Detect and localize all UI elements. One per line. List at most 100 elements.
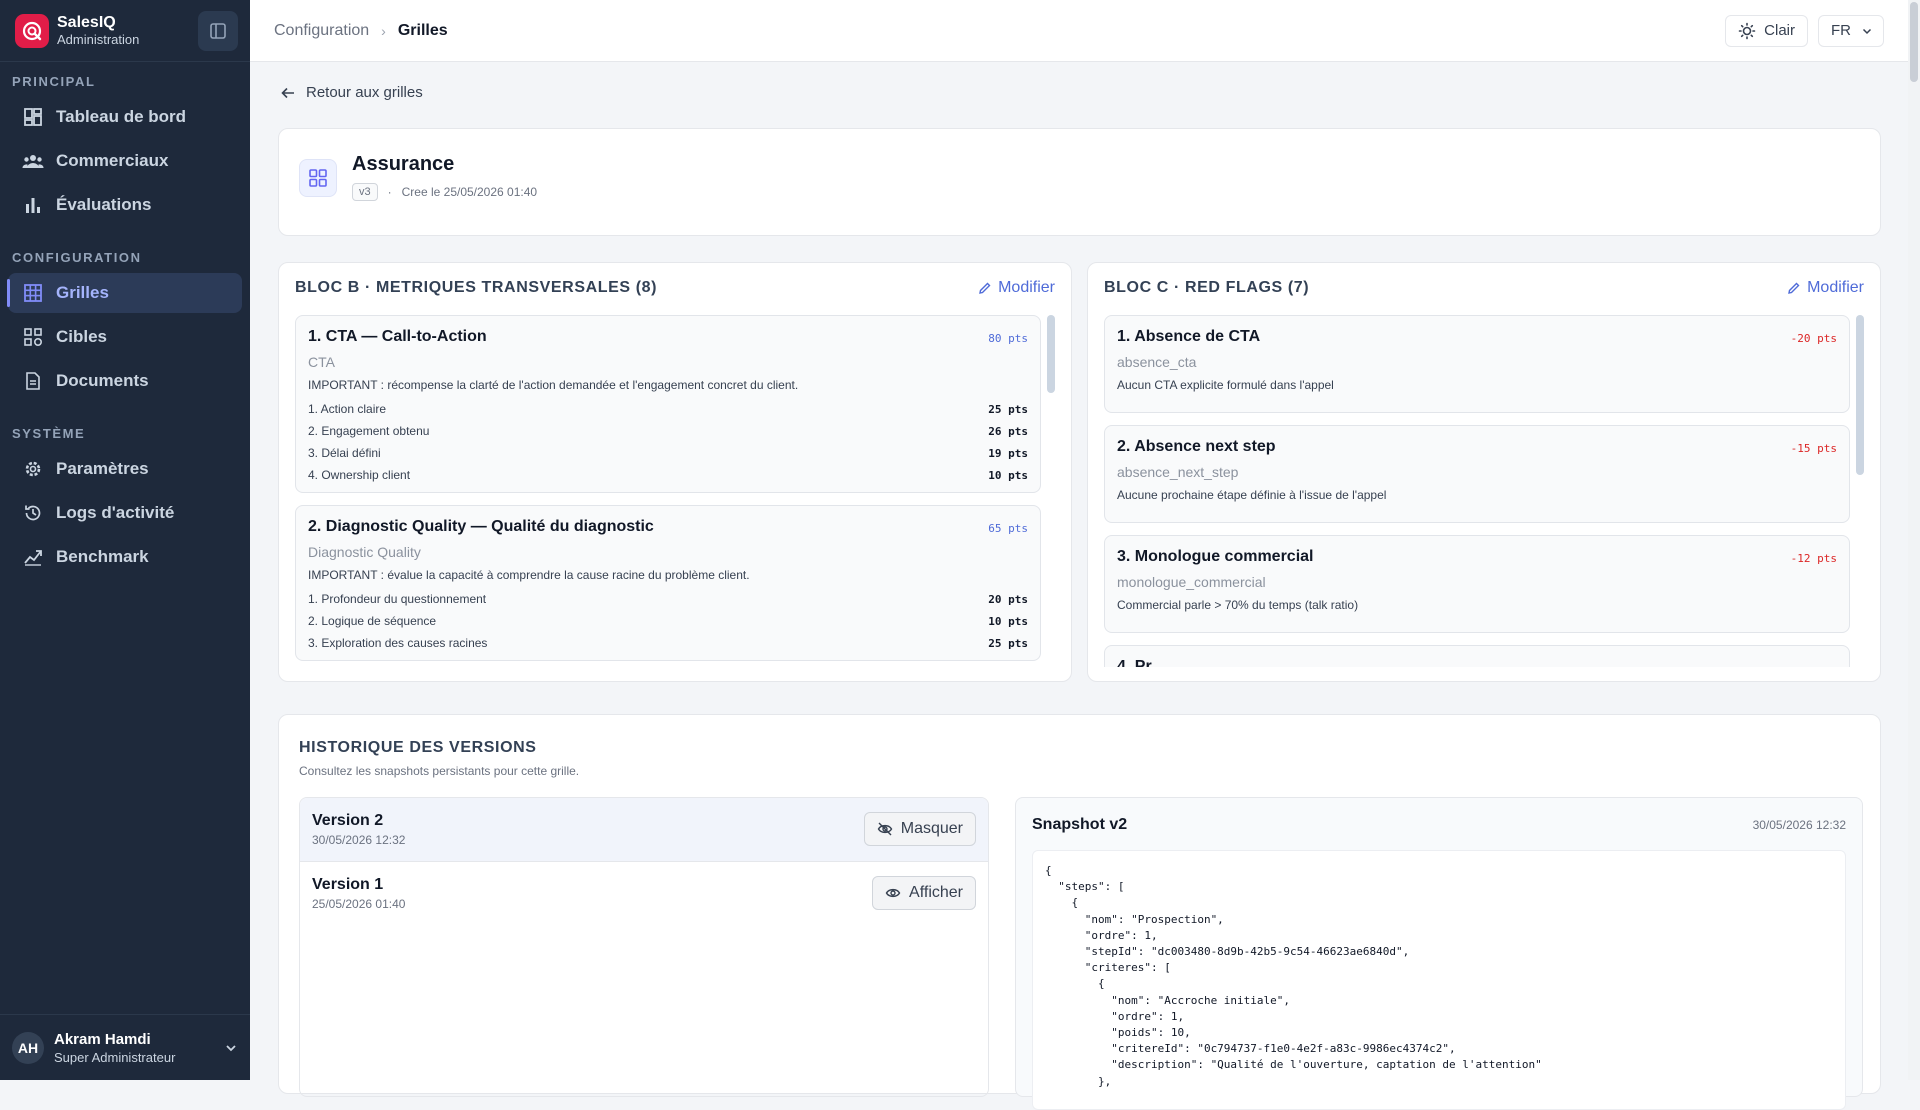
main-content: Retour aux grilles Assurance v3 · Cree l… xyxy=(250,62,1908,1110)
document-icon xyxy=(22,370,44,392)
history-icon xyxy=(22,502,44,524)
red-flag-card[interactable]: 1. Absence de CTA -20 pts absence_cta Au… xyxy=(1104,315,1850,413)
bloc-c-panel: BLOC C · RED FLAGS (7) Modifier 1. Absen… xyxy=(1087,262,1881,682)
metric-title: 2. Diagnostic Quality — Qualité du diagn… xyxy=(308,518,654,535)
criterion-label: 2. Engagement obtenu xyxy=(308,424,430,438)
criterion-row: 1. Profondeur du questionnement 20 pts xyxy=(308,588,1028,610)
red-flag-card[interactable]: 4. Pr... xyxy=(1104,645,1850,667)
bar-chart-icon xyxy=(22,194,44,216)
page-scrollbar[interactable] xyxy=(1908,0,1920,1080)
sidebar-item-benchmark[interactable]: Benchmark xyxy=(8,537,242,577)
flag-title: 4. Pr... xyxy=(1117,658,1165,667)
flag-title: 2. Absence next step xyxy=(1117,438,1276,455)
edit-label: Modifier xyxy=(1807,279,1864,296)
flag-description: Aucun CTA explicite formulé dans l'appel xyxy=(1117,378,1334,392)
bloc-c-edit-button[interactable]: Modifier xyxy=(1787,279,1864,297)
sidebar-collapse-button[interactable] xyxy=(198,10,238,51)
sidebar: SalesIQ Administration PRINCIPAL Tableau… xyxy=(0,0,250,1080)
language-label: FR xyxy=(1831,22,1851,39)
snapshot-panel: Snapshot v2 30/05/2026 12:32 { "steps": … xyxy=(1015,797,1863,1110)
chevron-down-icon xyxy=(1862,28,1872,34)
sidebar-item-evaluations[interactable]: Évaluations xyxy=(8,185,242,225)
section-label-systeme: SYSTÈME xyxy=(12,426,86,441)
version-badge: v3 xyxy=(352,183,378,201)
sidebar-item-logs[interactable]: Logs d'activité xyxy=(8,493,242,533)
metric-card[interactable]: 1. CTA — Call-to-Action 80 pts CTA IMPOR… xyxy=(295,315,1041,493)
criterion-row: 1. Action claire 25 pts xyxy=(308,398,1028,420)
snapshot-date: 30/05/2026 12:32 xyxy=(1752,818,1846,832)
eye-icon xyxy=(885,888,901,898)
sidebar-item-label: Commerciaux xyxy=(56,151,169,170)
criterion-points: 19 pts xyxy=(988,446,1028,460)
metric-title: 1. CTA — Call-to-Action xyxy=(308,328,487,345)
page-title: Assurance xyxy=(352,153,455,175)
sidebar-item-documents[interactable]: Documents xyxy=(8,361,242,401)
sidebar-item-label: Benchmark xyxy=(56,547,149,566)
criterion-points: 26 pts xyxy=(988,424,1028,438)
metric-card[interactable]: 2. Diagnostic Quality — Qualité du diagn… xyxy=(295,505,1041,661)
hide-snapshot-button[interactable]: Masquer xyxy=(863,812,976,846)
page-scrollbar-thumb[interactable] xyxy=(1910,2,1918,82)
breadcrumb-grilles: Grilles xyxy=(397,21,448,39)
criterion-points: 10 pts xyxy=(988,614,1028,628)
bloc-b-edit-button[interactable]: Modifier xyxy=(978,279,1055,297)
show-snapshot-button[interactable]: Afficher xyxy=(872,876,976,910)
criterion-points: 10 pts xyxy=(988,468,1028,482)
bloc-b-scrollbar-thumb[interactable] xyxy=(1047,315,1055,393)
back-to-grids-link[interactable]: Retour aux grilles xyxy=(280,84,423,101)
red-flag-card[interactable]: 3. Monologue commercial -12 pts monologu… xyxy=(1104,535,1850,633)
criterion-label: 3. Exploration des causes racines xyxy=(308,636,488,650)
back-label: Retour aux grilles xyxy=(306,84,423,101)
flag-title: 1. Absence de CTA xyxy=(1117,328,1261,345)
criterion-row: 2. Logique de séquence 10 pts xyxy=(308,610,1028,632)
metric-code: Diagnostic Quality xyxy=(308,544,421,560)
criterion-row: 3. Délai défini 19 pts xyxy=(308,442,1028,464)
grid-icon xyxy=(299,159,337,197)
criterion-label: 2. Logique de séquence xyxy=(308,614,437,628)
criterion-label: 1. Profondeur du questionnement xyxy=(308,592,487,606)
bloc-b-scrollbar[interactable] xyxy=(1047,315,1055,667)
user-menu[interactable]: AH Akram Hamdi Super Administrateur xyxy=(0,1014,250,1080)
flag-description: Commercial parle > 70% du temps (talk ra… xyxy=(1117,598,1359,612)
bloc-c-flag-list: 1. Absence de CTA -20 pts absence_cta Au… xyxy=(1104,315,1850,667)
version-row-2[interactable]: Version 2 30/05/2026 12:32 Masquer xyxy=(300,798,988,862)
chevron-down-icon[interactable] xyxy=(224,1041,238,1055)
bloc-b-title: BLOC B · METRIQUES TRANSVERSALES (8) xyxy=(295,279,658,296)
targets-icon xyxy=(22,326,44,348)
sidebar-item-dashboard[interactable]: Tableau de bord xyxy=(8,97,242,137)
sidebar-item-label: Paramètres xyxy=(56,459,149,478)
metric-description: IMPORTANT : évalue la capacité à compren… xyxy=(308,568,750,582)
flag-description: Aucune prochaine étape définie à l'issue… xyxy=(1117,488,1387,502)
edit-label: Modifier xyxy=(998,279,1055,296)
bloc-c-scrollbar[interactable] xyxy=(1856,315,1864,667)
sidebar-item-parametres[interactable]: Paramètres xyxy=(8,449,242,489)
red-flag-card[interactable]: 2. Absence next step -15 pts absence_nex… xyxy=(1104,425,1850,523)
snapshot-json[interactable]: { "steps": [ { "nom": "Prospection", "or… xyxy=(1032,850,1846,1110)
topbar: Configuration › Grilles Clair FR xyxy=(250,0,1908,62)
history-title: HISTORIQUE DES VERSIONS xyxy=(299,739,537,756)
metric-description: IMPORTANT : récompense la clarté de l'ac… xyxy=(308,378,799,392)
criterion-points: 25 pts xyxy=(988,636,1028,650)
version-row-1[interactable]: Version 1 25/05/2026 01:40 Afficher xyxy=(300,862,988,926)
bloc-b-panel: BLOC B · METRIQUES TRANSVERSALES (8) Mod… xyxy=(278,262,1072,682)
pencil-icon xyxy=(979,282,991,294)
eye-off-icon xyxy=(877,822,893,836)
sidebar-item-grilles[interactable]: Grilles xyxy=(7,273,242,313)
history-subtitle: Consultez les snapshots persistants pour… xyxy=(299,764,580,778)
flag-points: -12 pts xyxy=(1790,552,1837,565)
trend-icon xyxy=(22,546,44,568)
sidebar-item-cibles[interactable]: Cibles xyxy=(8,317,242,357)
sidebar-item-label: Documents xyxy=(56,371,149,390)
bloc-c-scrollbar-thumb[interactable] xyxy=(1856,315,1864,475)
meta-separator: · xyxy=(387,185,392,199)
breadcrumb-configuration[interactable]: Configuration xyxy=(274,22,369,40)
theme-toggle-button[interactable]: Clair xyxy=(1725,14,1808,47)
sidebar-item-label: Évaluations xyxy=(56,195,152,214)
snapshot-title: Snapshot v2 xyxy=(1032,816,1128,833)
language-select[interactable]: FR xyxy=(1818,14,1884,47)
section-label-principal: PRINCIPAL xyxy=(12,74,96,89)
brand: SalesIQ Administration xyxy=(0,0,250,62)
dashboard-icon xyxy=(22,106,44,128)
sidebar-item-commerciaux[interactable]: Commerciaux xyxy=(8,141,242,181)
flag-title: 3. Monologue commercial xyxy=(1117,548,1314,565)
